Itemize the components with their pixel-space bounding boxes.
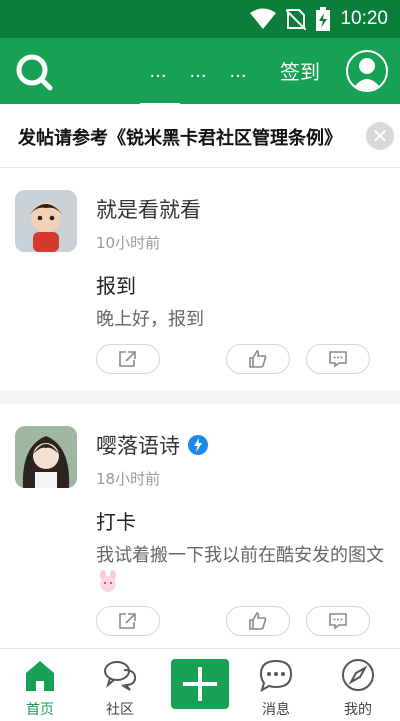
notice-banner: 发帖请参考《锐米黑卡君社区管理条例》 ✕ [0,104,400,168]
post-time: 10小时前 [96,232,160,253]
comment-button[interactable] [306,344,370,374]
home-icon [22,657,58,693]
tab-2[interactable]: ... [178,52,218,92]
like-button[interactable] [226,606,290,636]
post-card[interactable]: 就是看就看 10小时前 报到 晚上好，报到 [0,168,400,390]
comment-icon [328,612,348,630]
share-button[interactable] [96,344,160,374]
app-bar: ... ... ... 签到 [0,38,400,104]
profile-avatar-button[interactable] [346,50,388,92]
close-icon[interactable]: ✕ [366,122,394,150]
comment-icon [328,350,348,368]
post-body: 我试着搬一下我以前在酷安发的图文 [96,542,386,596]
post-actions [96,606,370,636]
chat-bubbles-icon [102,657,138,693]
signin-button[interactable]: 签到 [280,56,320,85]
post-card[interactable]: 嘤落语诗 18小时前 打卡 我试着搬一下我以前在酷安发的图文 [0,404,400,648]
post-body: 晚上好，报到 [96,306,386,333]
search-icon[interactable] [14,52,54,92]
compass-icon [340,657,376,693]
post-title: 报到 [96,270,136,299]
thumbs-up-icon [248,611,268,631]
battery-charging-icon [316,7,330,31]
status-icons: 10:20 [250,7,388,31]
wifi-icon [250,8,276,30]
nav-label: 消息 [236,699,316,719]
user-icon [348,52,386,90]
post-username[interactable]: 就是看就看 [96,194,201,224]
nav-label: 我的 [318,699,398,719]
username-text: 就是看就看 [96,194,201,224]
bottom-nav: 首页 社区 消息 我的 [0,648,400,720]
nav-home[interactable]: 首页 [0,649,80,721]
message-icon [258,657,294,693]
cartoon-avatar-icon [15,190,77,252]
nav-label: 社区 [80,699,160,719]
avatar[interactable] [15,190,77,252]
post-username[interactable]: 嘤落语诗 [96,430,208,460]
add-post-button[interactable] [171,659,229,709]
post-feed: 就是看就看 10小时前 报到 晚上好，报到 [0,168,400,648]
post-body-text: 我试着搬一下我以前在酷安发的图文 [96,545,384,566]
tab-3[interactable]: ... [218,52,258,92]
status-bar: 10:20 [0,0,400,38]
anime-girl-avatar-icon [15,426,77,488]
username-text: 嘤落语诗 [96,430,180,460]
thumbs-up-icon [248,349,268,369]
bunny-emoji-icon [96,570,120,592]
like-button[interactable] [226,344,290,374]
share-button[interactable] [96,606,160,636]
nav-community[interactable]: 社区 [80,649,160,721]
post-actions [96,344,370,374]
avatar[interactable] [15,426,77,488]
status-time: 10:20 [340,8,388,30]
share-icon [118,612,138,630]
tab-1[interactable]: ... [138,52,178,92]
tab-bar: ... ... ... [138,52,258,92]
plus-icon [171,659,229,709]
nav-profile[interactable]: 我的 [318,649,398,721]
nav-messages[interactable]: 消息 [236,649,316,721]
verified-badge-icon [188,435,208,455]
share-icon [118,350,138,368]
nav-label: 首页 [0,699,80,719]
notice-text: 发帖请参考《锐米黑卡君社区管理条例》 [18,124,368,150]
comment-button[interactable] [306,606,370,636]
no-sim-icon [286,8,306,30]
post-time: 18小时前 [96,468,160,489]
post-title: 打卡 [96,506,136,535]
